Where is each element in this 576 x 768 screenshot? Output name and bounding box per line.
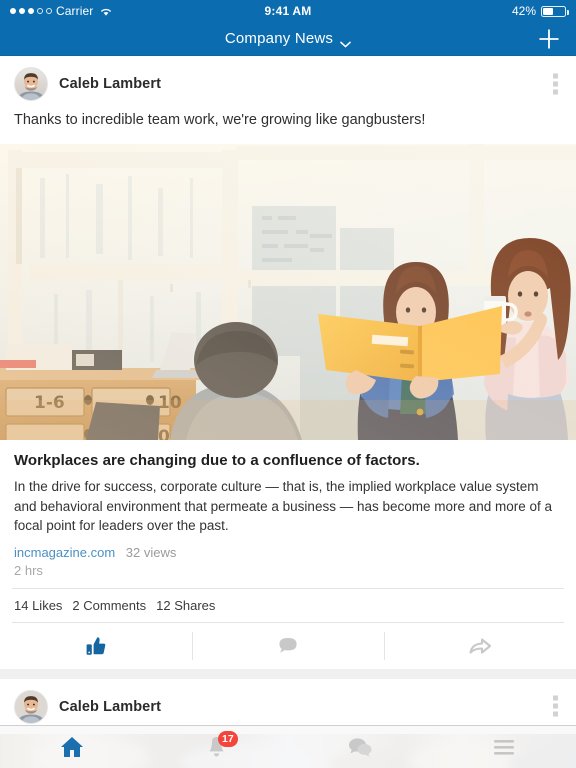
tab-more[interactable] (432, 726, 576, 768)
app-screen: Carrier 9:41 AM 42% Company News Caleb L… (0, 0, 576, 768)
post-menu-button[interactable] (549, 69, 562, 98)
add-post-button[interactable] (534, 24, 564, 54)
nav-bar: Company News (0, 22, 576, 56)
post-author-name: Caleb Lambert (59, 76, 162, 92)
comment-bubble-icon (279, 637, 297, 653)
thumbs-up-icon (86, 636, 106, 655)
status-bar: Carrier 9:41 AM 42% (0, 0, 576, 22)
link-preview-title: Workplaces are changing due to a conflue… (14, 451, 420, 469)
user-photo-avatar (15, 690, 47, 723)
likes-count[interactable]: 14 Likes (14, 598, 62, 613)
battery-icon (541, 5, 569, 17)
comment-button[interactable] (192, 623, 384, 669)
kebab-dot (553, 703, 558, 709)
engagement-stats: 14 Likes 2 Comments 12 Shares (12, 587, 564, 623)
hamburger-menu-icon (494, 740, 514, 755)
post-image[interactable]: 1-6 1006 (0, 143, 576, 440)
feed-scroll-area[interactable]: Caleb Lambert Thanks to incredible team … (0, 56, 576, 768)
nav-title-label: Company News (224, 30, 334, 47)
post-menu-button[interactable] (549, 692, 562, 721)
tab-home[interactable] (0, 726, 144, 768)
post-body-text: Thanks to incredible team work, we're gr… (14, 112, 426, 128)
share-arrow-icon (469, 638, 492, 654)
feed-post: Caleb Lambert Thanks to incredible team … (0, 56, 576, 669)
link-preview-description: In the drive for success, corporate cult… (14, 479, 553, 534)
avatar[interactable] (14, 689, 48, 724)
kebab-dot (553, 711, 558, 717)
user-photo-avatar (15, 68, 47, 100)
comments-count[interactable]: 2 Comments (72, 598, 146, 613)
share-button[interactable] (384, 623, 576, 669)
kebab-dot (553, 695, 558, 701)
like-button[interactable] (0, 623, 192, 669)
link-preview[interactable]: Workplaces are changing due to a conflue… (0, 440, 576, 578)
avatar[interactable] (14, 67, 48, 101)
chevron-down-icon (340, 35, 351, 48)
post-actions (0, 623, 576, 669)
plus-icon (539, 28, 559, 49)
notification-badge: 17 (218, 731, 238, 747)
view-count-label: 32 views (125, 544, 177, 560)
tab-messages[interactable] (288, 726, 432, 768)
shares-count[interactable]: 12 Shares (156, 598, 215, 613)
post-header: Caleb Lambert (0, 56, 576, 111)
link-domain[interactable]: incmagazine.com (14, 545, 115, 560)
bottom-tab-bar: 17 (0, 725, 576, 768)
chat-bubbles-icon (349, 738, 372, 757)
clock-label: 9:41 AM (264, 4, 312, 18)
post-author-name: Caleb Lambert (59, 698, 162, 715)
tab-notifications[interactable]: 17 (144, 726, 288, 768)
kebab-dot (553, 81, 558, 86)
link-preview-meta: incmagazine.com 32 views 2 hrs (14, 545, 562, 578)
home-icon (61, 737, 83, 757)
feed-selector-button[interactable]: Company News (224, 30, 351, 48)
post-timestamp: 2 hrs (14, 562, 43, 578)
kebab-dot (553, 89, 558, 94)
kebab-dot (553, 73, 558, 78)
post-separator (0, 668, 576, 679)
